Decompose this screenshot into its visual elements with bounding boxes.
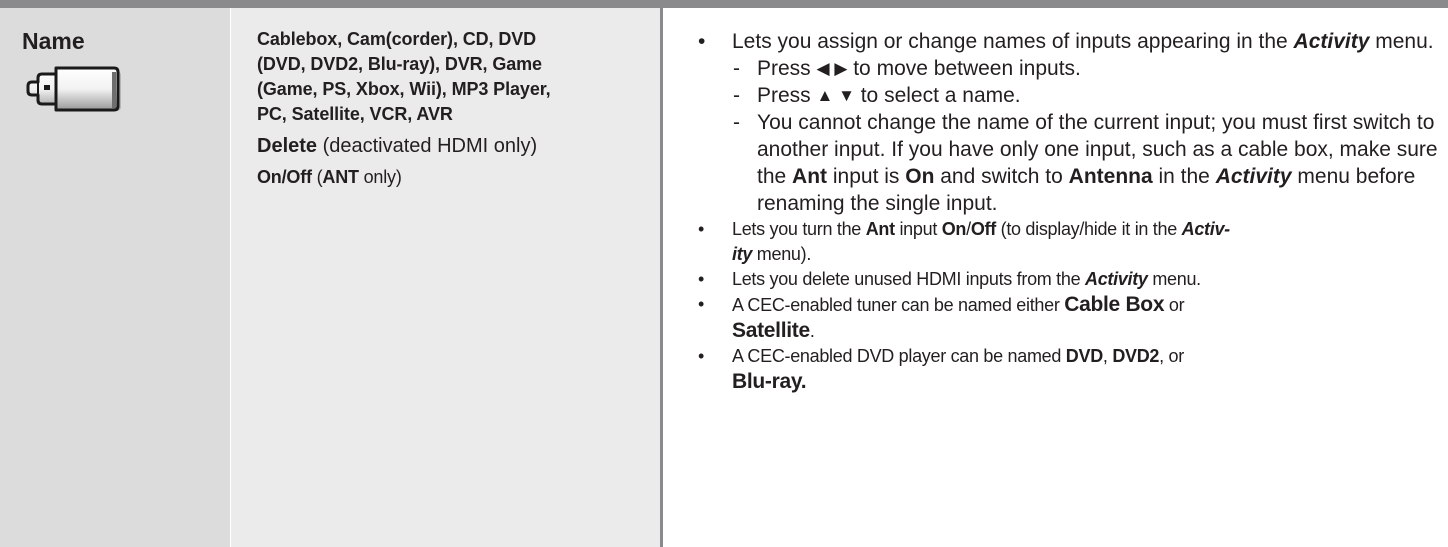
bullet-icon: • bbox=[698, 30, 706, 53]
sub-item: - Press ▲ ▼ to select a name. bbox=[733, 84, 1021, 107]
sub-item: - Press ◀ ▶ to move between inputs. bbox=[733, 57, 1081, 80]
bullet-item: • Lets you delete unused HDMI inputs fro… bbox=[690, 267, 1440, 292]
onoff-option: On/Off (ANT only) bbox=[257, 167, 402, 187]
names-line: PC, Satellite, VCR, AVR bbox=[257, 104, 453, 124]
names-line: Cablebox, Cam(corder), CD, DVD bbox=[257, 29, 537, 49]
setting-name: Name bbox=[22, 28, 85, 54]
delete-label: Delete bbox=[257, 135, 318, 157]
names-line: (DVD, DVD2, Blu-ray), DVR, Game bbox=[257, 54, 542, 74]
bullet-item: • Lets you assign or change names of inp… bbox=[690, 28, 1440, 217]
bullet-item: • Lets you turn the Ant input On/Off (to… bbox=[698, 219, 1230, 264]
bullet-icon: • bbox=[698, 269, 705, 289]
input-plug-icon bbox=[26, 66, 121, 112]
names-line: (Game, PS, Xbox, Wii), MP3 Player, bbox=[257, 79, 551, 99]
up-down-arrow-icon: ▲ ▼ bbox=[816, 86, 855, 105]
settings-table-row: Name Cablebox, Cam(corder), CD, DVD (DVD… bbox=[0, 0, 1448, 547]
onoff-ant: ANT bbox=[322, 167, 359, 187]
left-right-arrow-icon: ◀ ▶ bbox=[816, 59, 848, 78]
delete-note: (deactivated HDMI only) bbox=[317, 135, 538, 157]
bullet-item: • A CEC-enabled tuner can be named eithe… bbox=[698, 293, 1185, 342]
dash-icon: - bbox=[733, 84, 740, 107]
available-names: Cablebox, Cam(corder), CD, DVD (DVD, DVD… bbox=[257, 27, 657, 127]
bullet-icon: • bbox=[698, 346, 705, 366]
onoff-label: On/Off bbox=[257, 167, 312, 187]
sub-item: - You cannot change the name of the curr… bbox=[733, 111, 1438, 215]
delete-option: Delete (deactivated HDMI only) bbox=[257, 133, 657, 159]
top-rule bbox=[0, 0, 1448, 8]
bullet-item: • A CEC-enabled DVD player can be named … bbox=[698, 346, 1184, 393]
dash-icon: - bbox=[733, 57, 740, 80]
options-list: Cablebox, Cam(corder), CD, DVD (DVD, DVD… bbox=[257, 27, 657, 189]
bullet-icon: • bbox=[698, 294, 705, 314]
dash-icon: - bbox=[733, 111, 740, 134]
bullet-icon: • bbox=[698, 219, 705, 239]
description: • Lets you assign or change names of inp… bbox=[690, 28, 1440, 395]
